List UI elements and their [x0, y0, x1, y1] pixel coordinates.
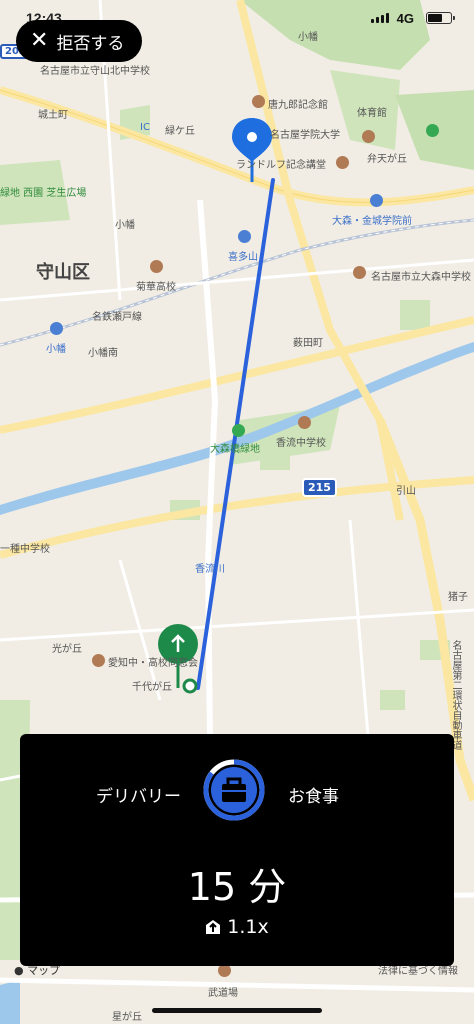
map-label: 大森・金城学院前 [332, 216, 412, 227]
map-label: ランドルフ記念講堂 [236, 160, 326, 171]
poi-marker-icon [298, 416, 311, 429]
map-label: IC [140, 122, 150, 133]
map-label: 小幡 [115, 220, 135, 231]
decline-label: 拒否する [56, 33, 125, 54]
battery-icon [426, 12, 455, 24]
highway-shield: 215 [302, 478, 337, 497]
station-icon [238, 230, 251, 243]
station-icon [370, 194, 383, 207]
park-marker-icon [232, 424, 245, 437]
map-label: 名古屋学院大学 [270, 130, 340, 141]
map-label: 唐九郎記念館 [268, 100, 328, 111]
eta-minutes: 15 分 [187, 865, 287, 909]
food-label: お食事 [288, 787, 339, 807]
network-type: 4G [396, 11, 414, 26]
apple-logo-icon: ● [14, 964, 24, 977]
poi-marker-icon [362, 130, 375, 143]
poi-marker-icon [252, 95, 265, 108]
park-marker-icon [426, 124, 439, 137]
map-label: 体育館 [357, 108, 387, 119]
map-label: 弁天が丘 [367, 154, 407, 165]
home-indicator[interactable] [152, 1008, 322, 1013]
station-icon [50, 322, 63, 335]
poi-marker-icon [336, 156, 349, 169]
map-label: 引山 [396, 486, 416, 497]
poi-marker-icon [150, 260, 163, 273]
map-label: 名古屋市立守山北中学校 [40, 66, 150, 77]
map-label: 小幡南 [88, 348, 118, 359]
map-label: 香流川 [195, 564, 225, 575]
poi-marker-icon [353, 266, 366, 279]
map-label: 猪子 [448, 592, 468, 603]
signal-icon [371, 13, 389, 23]
district-label: 守山区 [36, 262, 90, 283]
map-label: 名鉄瀬戸線 [92, 312, 142, 323]
delivery-label: デリバリー [96, 787, 181, 807]
map-label: 武道場 [208, 988, 238, 999]
map-label: 光が丘 [52, 644, 82, 655]
map-label: 星が丘 [112, 1012, 142, 1023]
map-label: 城土町 [38, 110, 68, 121]
map-label: 一種中学校 [0, 544, 50, 555]
map-label: 名古屋市立大森中学校 [371, 272, 471, 283]
surge-multiplier: 1.1x [20, 916, 454, 938]
map-label: 緑地 西園 芝生広場 [0, 188, 87, 199]
map-label: 大森橋緑地 [210, 444, 260, 455]
decline-button[interactable]: ✕ 拒否する [16, 20, 142, 62]
map-label: 薮田町 [293, 338, 323, 349]
map-label: 香流中学校 [276, 438, 326, 449]
map-label: 愛知中・高校同窓会 [108, 658, 198, 669]
map-label: 千代が丘 [132, 682, 172, 693]
close-icon: ✕ [30, 28, 49, 53]
map-label: 緑ケ丘 [165, 126, 195, 137]
surge-icon [206, 920, 221, 934]
map-label: 喜多山 [228, 252, 258, 263]
poi-marker-icon [92, 654, 105, 667]
bag-icon [203, 759, 265, 821]
map-label: 小幡 [46, 344, 66, 355]
surge-value: 1.1x [227, 916, 269, 938]
map-label: 菊華高校 [136, 282, 176, 293]
trip-request-card[interactable]: デリバリー お食事 15 分 1.1x [20, 734, 454, 966]
